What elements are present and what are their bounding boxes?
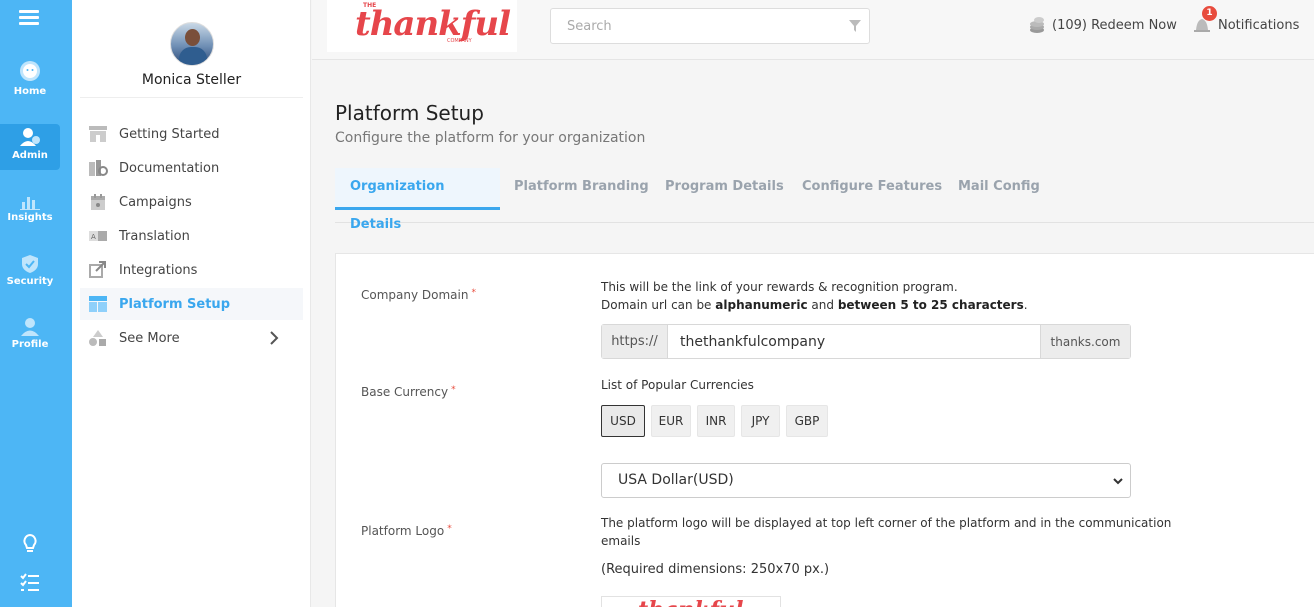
tab-platform-branding[interactable]: Platform Branding (499, 168, 664, 210)
brand-text: thankful (355, 4, 511, 44)
rail-label: Profile (11, 339, 49, 350)
home-smiley-icon (20, 61, 40, 81)
translation-icon: A (89, 231, 107, 241)
url-prefix: https:// (602, 325, 668, 358)
filter-icon[interactable] (849, 20, 861, 32)
organization-details-form: Company Domain * This will be the link of… (335, 253, 1314, 607)
tab-mail-config[interactable]: Mail Config (943, 168, 1055, 210)
sidebar-item-label: Campaigns (119, 194, 192, 210)
sidebar-item-campaigns[interactable]: Campaigns (80, 186, 303, 218)
logo-help-text: The platform logo will be displayed at t… (601, 516, 1172, 548)
currency-button-gbp[interactable]: GBP (786, 405, 828, 437)
url-suffix: thanks.com (1040, 325, 1130, 358)
top-bar: THE thankful COMPANY Search (109) Redeem… (312, 0, 1314, 60)
platform-setup-icon (89, 296, 107, 312)
sidebar-item-label: Documentation (119, 160, 220, 176)
rail-item-insights[interactable]: Insights (0, 192, 60, 223)
hamburger-menu-icon[interactable] (19, 10, 39, 26)
notifications-label: Notifications (1218, 17, 1300, 33)
redeem-label: (109) Redeem Now (1052, 17, 1177, 33)
admin-user-icon (20, 128, 40, 146)
sidebar-item-label: Integrations (119, 262, 198, 278)
rail-label: Insights (7, 212, 53, 223)
rail-label: Home (13, 86, 47, 97)
checklist-icon[interactable] (18, 570, 42, 594)
page-title: Platform Setup (335, 101, 484, 125)
company-domain-label: Company Domain * (361, 288, 476, 302)
rail-item-home[interactable]: Home (0, 58, 60, 97)
search-input[interactable]: Search (550, 8, 870, 44)
domain-help-text: This will be the link of your rewards & … (601, 280, 1028, 312)
avatar[interactable] (170, 22, 214, 66)
svg-text:A: A (91, 233, 96, 241)
brand-logo[interactable]: THE thankful COMPANY (327, 0, 517, 52)
logo-preview[interactable]: thankful (601, 596, 781, 607)
rail-item-profile[interactable]: Profile (0, 317, 60, 350)
sidebar-item-platform-setup[interactable]: Platform Setup (80, 288, 303, 320)
external-link-icon (89, 261, 106, 278)
sidebar-item-label: Translation (119, 228, 190, 244)
currency-select[interactable]: USA Dollar(USD) (601, 463, 1131, 498)
chevron-down-icon (1113, 478, 1123, 485)
coins-icon (1030, 17, 1044, 33)
sidebar-item-label: See More (119, 330, 180, 346)
sidebar-item-documentation[interactable]: Documentation (80, 152, 303, 184)
tab-program-details[interactable]: Program Details (650, 168, 799, 210)
calendar-icon (91, 194, 105, 210)
shield-icon (22, 255, 38, 273)
chevron-right-icon[interactable] (269, 330, 279, 346)
shapes-icon (89, 330, 106, 346)
sidebar-item-see-more[interactable]: See More (80, 322, 303, 354)
domain-url-field: https:// thethankfulcompany thanks.com (601, 324, 1131, 359)
brand-sub-text: COMPANY (447, 38, 472, 44)
notification-count-badge: 1 (1202, 6, 1217, 21)
base-currency-label: Base Currency * (361, 385, 456, 399)
sidebar-item-integrations[interactable]: Integrations (80, 254, 303, 286)
sidebar-item-translation[interactable]: A Translation (80, 220, 303, 252)
user-name: Monica Steller (141, 72, 242, 88)
divider (80, 97, 303, 98)
rail-label: Security (6, 276, 54, 287)
currency-button-usd[interactable]: USD (601, 405, 645, 437)
page-subtitle: Configure the platform for your organiza… (335, 130, 646, 146)
logo-preview-text: thankful (638, 597, 743, 607)
platform-logo-label: Platform Logo * (361, 524, 452, 538)
currency-button-inr[interactable]: INR (697, 405, 735, 437)
storefront-icon (89, 126, 107, 142)
currency-button-eur[interactable]: EUR (651, 405, 691, 437)
sidebar-item-getting-started[interactable]: Getting Started (80, 118, 303, 150)
rail-label: Admin (12, 150, 48, 161)
search-placeholder: Search (567, 19, 612, 34)
tab-configure-features[interactable]: Configure Features (787, 168, 957, 210)
sidebar-item-label: Getting Started (119, 126, 220, 142)
rail-item-admin[interactable]: Admin (0, 124, 60, 170)
currency-button-jpy[interactable]: JPY (741, 405, 780, 437)
redeem-now-link[interactable]: (109) Redeem Now (1028, 16, 1177, 34)
profile-user-icon (21, 318, 39, 336)
lightbulb-icon[interactable] (18, 532, 42, 556)
left-rail: Home Admin Insights Security Profile (0, 0, 72, 607)
currency-help-text: List of Popular Currencies (601, 378, 754, 392)
tab-organization-details[interactable]: Organization Details (335, 168, 500, 232)
currency-select-value: USA Dollar(USD) (618, 472, 734, 488)
sidebar-item-label: Platform Setup (119, 296, 230, 312)
bar-chart-icon (20, 197, 40, 210)
domain-input[interactable]: thethankfulcompany (668, 325, 1040, 358)
admin-sidebar: Monica Steller Getting Started Documenta… (72, 0, 311, 607)
rail-item-security[interactable]: Security (0, 254, 60, 287)
documentation-icon (89, 160, 108, 176)
tab-bar: Organization Details Platform Branding P… (335, 168, 1314, 232)
logo-dimensions-text: (Required dimensions: 250x70 px.) (601, 562, 830, 577)
